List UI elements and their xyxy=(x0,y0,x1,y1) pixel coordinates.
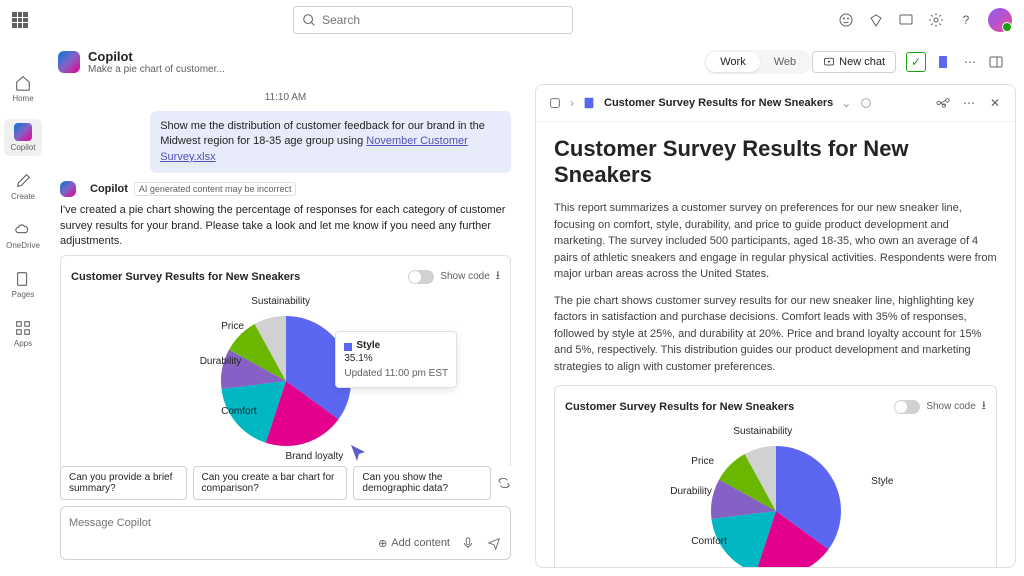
nav-pages[interactable]: Pages xyxy=(4,266,42,303)
premium-icon[interactable] xyxy=(868,12,884,28)
nav-apps[interactable]: Apps xyxy=(4,315,42,352)
plus-circle-icon: ⊕ xyxy=(378,537,387,550)
slice-label-sustainability: Sustainability xyxy=(733,426,792,437)
nav-copilot[interactable]: Copilot xyxy=(4,119,42,156)
segment-web[interactable]: Web xyxy=(760,52,810,72)
download-icon[interactable]: ⭳ xyxy=(496,266,500,287)
show-code-toggle[interactable] xyxy=(408,270,434,284)
side-nav: Home Copilot Create OneDrive Pages Apps xyxy=(0,40,46,576)
page-icon xyxy=(582,96,596,110)
help-icon[interactable]: ? xyxy=(958,12,974,28)
doc-heading: Customer Survey Results for New Sneakers xyxy=(554,136,997,188)
download-icon[interactable]: ⭳ xyxy=(982,396,986,417)
context-segment: Work Web xyxy=(704,50,812,74)
doc-paragraph: This report summarizes a customer survey… xyxy=(554,200,997,283)
pie-chart: Sustainability Price Durability Comfort … xyxy=(565,421,986,567)
composer-input[interactable] xyxy=(69,517,502,529)
assistant-name: Copilot xyxy=(90,183,128,195)
ai-disclaimer: AI generated content may be incorrect xyxy=(134,182,297,196)
segment-work[interactable]: Work xyxy=(706,52,759,72)
chevron-right-icon: › xyxy=(570,96,574,110)
loop-icon xyxy=(548,96,562,110)
nav-create[interactable]: Create xyxy=(4,168,42,205)
app-launcher-icon[interactable] xyxy=(12,12,28,28)
user-message: Show me the distribution of customer fee… xyxy=(150,111,511,173)
settings-icon[interactable] xyxy=(928,12,944,28)
slice-label-style: Style xyxy=(871,476,893,487)
share-icon[interactable] xyxy=(935,95,951,111)
close-icon[interactable]: ✕ xyxy=(987,95,1003,111)
suggestion-pill[interactable]: Can you show the demographic data? xyxy=(353,466,491,500)
chevron-down-icon[interactable]: ⌄ xyxy=(841,96,851,110)
emoji-icon[interactable] xyxy=(838,12,854,28)
new-chat-label: New chat xyxy=(839,56,885,68)
chart-title: Customer Survey Results for New Sneakers xyxy=(71,271,300,283)
doc-paragraph: The pie chart shows customer survey resu… xyxy=(554,293,997,376)
page-header: Copilot Make a pie chart of customer... … xyxy=(46,40,1016,84)
top-bar: ? xyxy=(0,0,1024,40)
tooltip-updated: Updated 11:00 pm EST xyxy=(344,368,448,379)
suggestion-row: Can you provide a brief summary? Can you… xyxy=(46,466,525,500)
slice-label-durability: Durability xyxy=(670,486,712,497)
chart-title: Customer Survey Results for New Sneakers xyxy=(565,401,794,413)
add-content-button[interactable]: ⊕Add content xyxy=(378,537,450,550)
nav-label: Pages xyxy=(12,290,35,299)
chart-card: Customer Survey Results for New Sneakers… xyxy=(60,255,511,466)
user-avatar[interactable] xyxy=(988,8,1012,32)
search-icon xyxy=(302,13,316,27)
tooltip-value: 35.1% xyxy=(344,353,448,364)
panel-icon[interactable] xyxy=(988,54,1004,70)
show-code-label: Show code xyxy=(440,271,489,282)
nav-label: Apps xyxy=(14,339,32,348)
send-icon[interactable] xyxy=(486,535,502,551)
show-code-label: Show code xyxy=(926,401,975,412)
pages-shortcut-icon[interactable] xyxy=(936,54,952,70)
pie-chart: Sustainability Price Durability Comfort … xyxy=(71,291,500,466)
doc-chart-card: Customer Survey Results for New Sneakers… xyxy=(554,385,997,567)
assistant-message: I've created a pie chart showing the per… xyxy=(60,203,511,249)
nav-home[interactable]: Home xyxy=(4,70,42,107)
nav-label: Create xyxy=(11,192,35,201)
slice-label-price: Price xyxy=(691,456,714,467)
suggestion-pill[interactable]: Can you create a bar chart for compariso… xyxy=(193,466,348,500)
mic-icon[interactable] xyxy=(460,535,476,551)
suggestion-pill[interactable]: Can you provide a brief summary? xyxy=(60,466,187,500)
doc-header: › Customer Survey Results for New Sneake… xyxy=(536,85,1015,122)
slice-label-brand-loyalty: Brand loyalty xyxy=(286,451,344,462)
feedback-icon[interactable] xyxy=(898,12,914,28)
search-box[interactable] xyxy=(293,6,573,34)
tooltip-name: Style xyxy=(356,340,380,351)
chart-tooltip: Style 35.1% Updated 11:00 pm EST xyxy=(335,331,457,388)
slice-label-comfort: Comfort xyxy=(221,406,257,417)
slice-label-sustainability: Sustainability xyxy=(251,296,310,307)
doc-breadcrumb-title[interactable]: Customer Survey Results for New Sneakers xyxy=(604,97,833,109)
chat-timestamp: 11:10 AM xyxy=(60,92,511,103)
page-title: Copilot xyxy=(88,49,225,64)
slice-label-price: Price xyxy=(221,321,244,332)
doc-more-icon[interactable]: ⋯ xyxy=(961,95,977,111)
nav-label: OneDrive xyxy=(6,241,40,250)
nav-onedrive[interactable]: OneDrive xyxy=(4,217,42,254)
slice-label-comfort: Comfort xyxy=(691,536,727,547)
refresh-suggestions-icon[interactable] xyxy=(497,475,511,491)
nav-label: Home xyxy=(12,94,33,103)
message-composer: ⊕Add content xyxy=(60,506,511,560)
more-icon[interactable]: ⋯ xyxy=(962,54,978,70)
copilot-logo-icon xyxy=(58,51,80,73)
cursor-icon xyxy=(347,442,371,466)
new-chat-button[interactable]: New chat xyxy=(812,51,896,73)
slice-label-durability: Durability xyxy=(200,356,242,367)
shield-check-icon[interactable]: ✓ xyxy=(906,52,926,72)
page-subtitle: Make a pie chart of customer... xyxy=(88,64,225,75)
nav-label: Copilot xyxy=(11,143,36,152)
show-code-toggle[interactable] xyxy=(894,400,920,414)
search-input[interactable] xyxy=(322,13,564,27)
sync-icon xyxy=(859,96,873,110)
copilot-icon xyxy=(14,123,32,141)
copilot-icon xyxy=(60,181,76,197)
